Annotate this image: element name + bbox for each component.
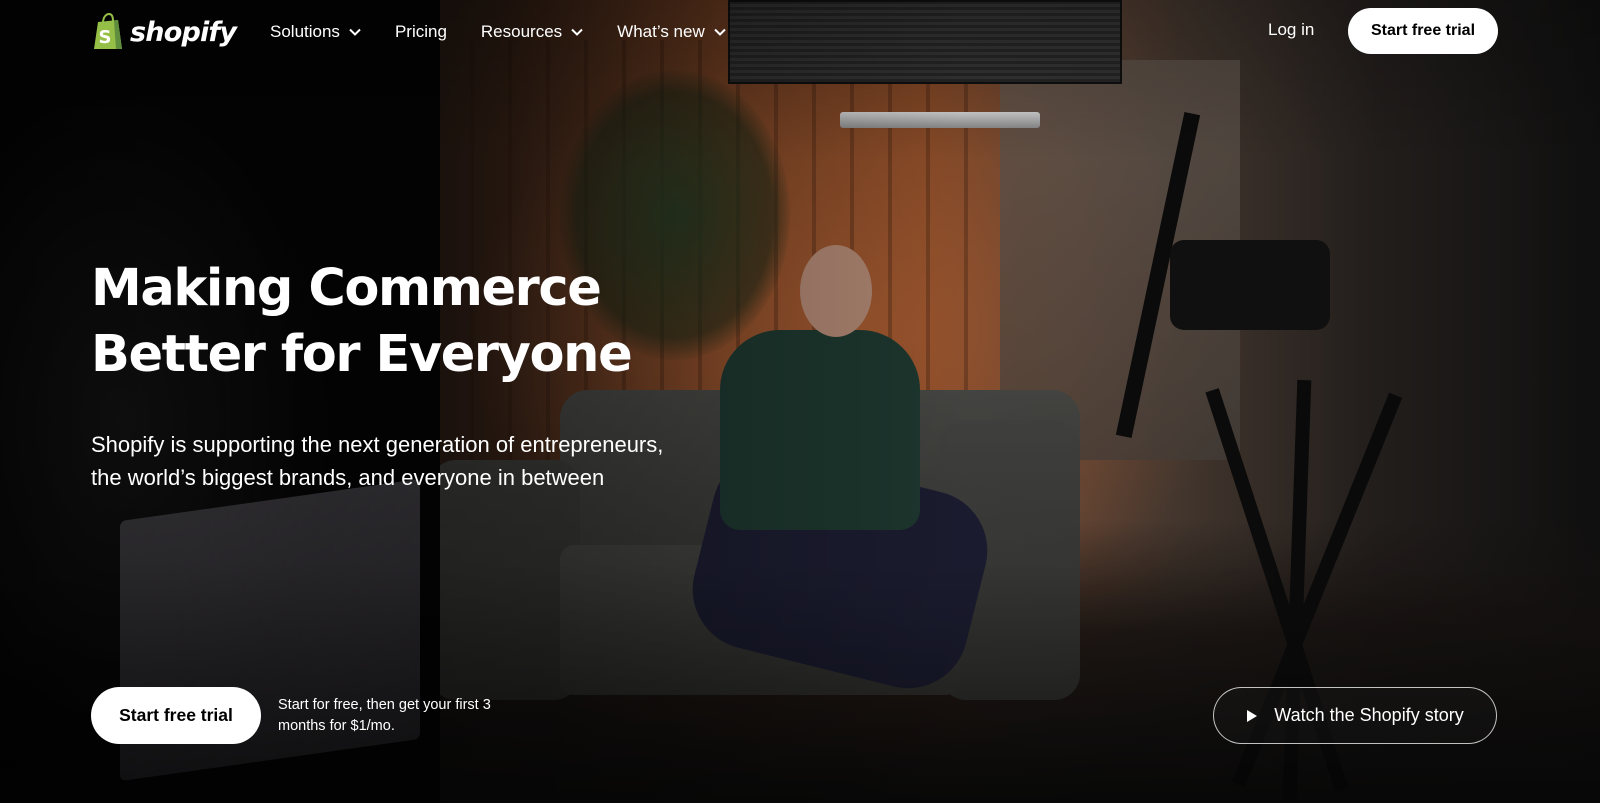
nav-resources[interactable]: Resources [481,22,583,42]
watch-story-button[interactable]: Watch the Shopify story [1213,687,1497,744]
nav-solutions-label: Solutions [270,22,340,41]
login-link[interactable]: Log in [1268,20,1314,40]
chevron-down-icon [714,28,726,36]
hero-subtitle: Shopify is supporting the next generatio… [91,432,664,490]
main-navigation: Solutions Pricing Resources What’s new [270,0,726,64]
watch-story-label: Watch the Shopify story [1274,705,1464,725]
nav-resources-label: Resources [480,22,563,41]
hero-background-photo [0,0,1600,803]
chevron-down-icon [349,28,361,36]
shopify-bag-icon: S [94,13,122,49]
hero-title-line-2: Better for Everyone [91,325,633,384]
nav-whats-new-label: What’s new [617,22,705,41]
hero-title-line-1: Making Commerce [91,259,602,318]
nav-pricing[interactable]: Pricing [395,22,447,42]
hero-title: Making Commerce Better for Everyone [91,256,731,388]
nav-pricing-label: Pricing [394,22,447,41]
trial-offer-note: Start for free, then get your first 3 mo… [278,697,491,734]
nav-solutions[interactable]: Solutions [270,22,361,42]
header-start-free-trial-button[interactable]: Start free trial [1348,8,1498,54]
chevron-down-icon [571,28,583,36]
shopify-logo-link[interactable]: S shopify [92,12,237,52]
svg-text:S: S [99,27,112,48]
hero-start-free-trial-button[interactable]: Start free trial [91,687,261,744]
nav-whats-new[interactable]: What’s new [617,22,726,42]
play-icon [1247,709,1258,722]
site-header: S shopify Solutions Pricing Resources Wh… [0,0,1600,64]
brand-wordmark: shopify [130,16,237,48]
